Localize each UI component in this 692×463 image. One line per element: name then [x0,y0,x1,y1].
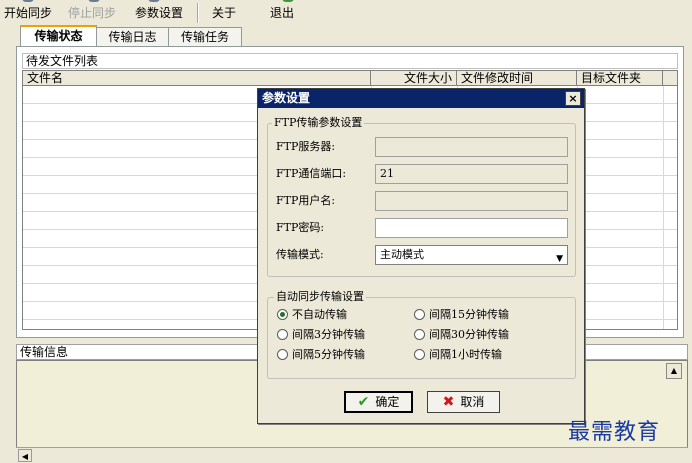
start-sync-button[interactable]: 开始同步 [4,4,52,22]
tab-transfer-status[interactable]: 传输状态 [20,25,97,47]
transfer-mode-select[interactable]: 主动模式 ▼ [375,245,568,265]
radio-checked-icon [277,309,288,320]
transfer-mode-value: 主动模式 [380,248,424,261]
radio-3min[interactable]: 间隔3分钟传输 [277,327,365,343]
toolbar: 开始同步 停止同步 参数设置 关于 退出 [0,0,692,26]
ftp-password-input[interactable] [375,218,568,238]
radio-icon [414,349,425,360]
radio-30min[interactable]: 间隔30分钟传输 [414,327,509,343]
tab-transfer-tasks[interactable]: 传输任务 [168,27,242,47]
radio-no-auto[interactable]: 不自动传输 [277,307,347,323]
horizontal-scrollbar[interactable]: ◀ [16,447,688,463]
radio-icon [414,309,425,320]
pending-list-title: 待发文件列表 [22,53,678,69]
ftp-username-input[interactable] [375,191,568,211]
scroll-left-button[interactable]: ◀ [18,449,32,462]
close-icon: × [568,92,578,105]
dialog-title: 参数设置 [258,89,584,108]
ftp-port-label: FTP通信端口: [276,167,347,180]
radio-icon [414,329,425,340]
radio-icon [277,349,288,360]
ftp-password-label: FTP密码: [276,221,325,234]
grid-column-line [663,86,664,329]
column-header-filesize[interactable]: 文件大小 [371,71,457,86]
radio-1hour[interactable]: 间隔1小时传输 [414,347,502,363]
scroll-up-button[interactable]: ▲ [666,363,682,379]
column-header-filler [663,71,677,86]
column-header-target-folder[interactable]: 目标文件夹 [577,71,663,86]
exit-button[interactable]: 退出 [270,4,294,22]
column-header-filename[interactable]: 文件名 [23,71,371,86]
dialog-close-button[interactable]: × [565,91,581,106]
column-header-modified-time[interactable]: 文件修改时间 [457,71,577,86]
stop-sync-button[interactable]: 停止同步 [68,4,116,22]
ftp-port-input[interactable]: 21 [375,164,568,184]
radio-15min[interactable]: 间隔15分钟传输 [414,307,509,323]
check-icon: ✔ [357,394,370,410]
watermark: 最需教育 [568,420,661,445]
cross-icon: ✖ [442,394,455,410]
ok-button[interactable]: ✔ 确定 [344,391,413,413]
tab-transfer-log[interactable]: 传输日志 [96,27,169,47]
auto-sync-group-label: 自动同步传输设置 [274,290,366,303]
cancel-button[interactable]: ✖ 取消 [427,391,500,413]
ftp-username-label: FTP用户名: [276,194,336,207]
ftp-settings-group-label: FTP传输参数设置 [272,116,365,129]
stop-sync-icon [88,0,100,2]
chevron-down-icon[interactable]: ▼ [556,250,563,268]
settings-button[interactable]: 参数设置 [135,4,183,22]
settings-icon [148,0,160,2]
ftp-server-input[interactable] [375,137,568,157]
toolbar-separator [197,3,199,23]
exit-icon [282,0,294,2]
about-button[interactable]: 关于 [212,4,236,22]
radio-5min[interactable]: 间隔5分钟传输 [277,347,365,363]
transfer-mode-label: 传输模式: [276,248,324,261]
ftp-server-label: FTP服务器: [276,140,336,153]
radio-icon [277,329,288,340]
start-sync-icon [22,0,34,2]
